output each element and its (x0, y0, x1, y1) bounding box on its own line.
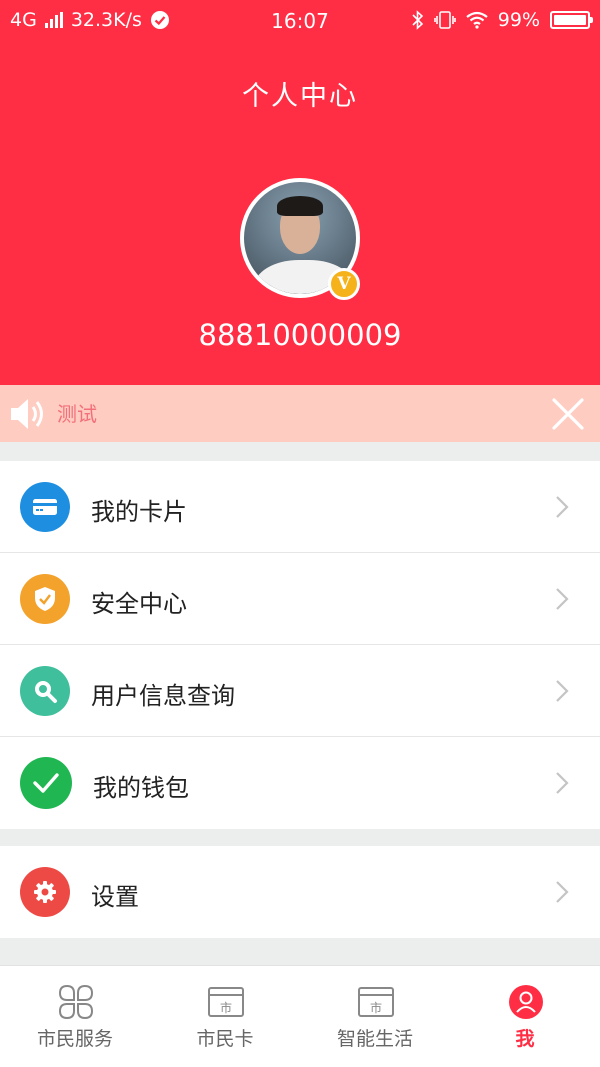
grid-icon (58, 984, 94, 1020)
vibrate-icon (433, 11, 456, 29)
wifi-icon (466, 11, 488, 29)
svg-text:市: 市 (220, 1000, 232, 1015)
battery-percent: 99% (497, 9, 540, 31)
search-icon (20, 666, 70, 716)
svg-text:市: 市 (370, 1000, 382, 1015)
menu-item-my-cards[interactable]: 我的卡片 (0, 461, 600, 553)
user-icon (508, 984, 544, 1020)
menu-item-settings[interactable]: 设置 (0, 846, 600, 938)
tab-citizen-card[interactable]: 市 市民卡 (150, 966, 300, 1067)
shield-icon (20, 574, 70, 624)
bluetooth-icon (412, 10, 423, 30)
tab-me[interactable]: 我 (450, 966, 600, 1067)
notice-bar: 测试 (0, 385, 600, 442)
bottom-tab-bar: 市民服务 市 市民卡 市 智能生活 我 (0, 965, 600, 1067)
account-number: 88810000009 (198, 318, 402, 352)
chevron-right-icon (556, 881, 569, 903)
notice-text: 测试 (57, 402, 97, 426)
menu-item-label: 我的钱包 (93, 774, 189, 802)
profile-header: 4G 32.3K/s 16:07 99% 个人中心 V 88810000009 (0, 0, 600, 385)
menu-item-label: 安全中心 (91, 590, 187, 618)
menu-item-label: 我的卡片 (91, 498, 187, 526)
smart-life-icon: 市 (358, 984, 394, 1020)
menu-item-label: 用户信息查询 (91, 682, 235, 710)
tab-label: 我 (515, 1028, 535, 1050)
speaker-icon (11, 399, 43, 429)
chevron-right-icon (556, 496, 569, 518)
menu-group-main: 我的卡片 安全中心 用户信息查询 我的钱包 (0, 461, 600, 829)
tab-label: 市民卡 (196, 1028, 254, 1050)
page-title: 个人中心 (242, 81, 358, 112)
chevron-right-icon (556, 588, 569, 610)
close-icon[interactable] (548, 394, 588, 434)
citizen-card-icon: 市 (208, 984, 244, 1020)
card-icon (20, 482, 70, 532)
gear-icon (20, 867, 70, 917)
tab-label: 智能生活 (336, 1028, 413, 1050)
menu-group-settings: 设置 (0, 846, 600, 938)
chevron-right-icon (556, 772, 569, 794)
status-bar: 4G 32.3K/s 16:07 99% (0, 0, 600, 40)
tab-smart-life[interactable]: 市 智能生活 (300, 966, 450, 1067)
vip-badge: V (328, 268, 360, 300)
menu-item-label: 设置 (91, 883, 139, 911)
tab-label: 市民服务 (36, 1028, 113, 1050)
chevron-right-icon (556, 680, 569, 702)
menu-item-security-center[interactable]: 安全中心 (0, 553, 600, 645)
menu-item-my-wallet[interactable]: 我的钱包 (0, 737, 600, 829)
tab-citizen-services[interactable]: 市民服务 (0, 966, 150, 1067)
menu-item-user-info-query[interactable]: 用户信息查询 (0, 645, 600, 737)
battery-icon (550, 11, 593, 29)
check-icon (20, 757, 72, 809)
